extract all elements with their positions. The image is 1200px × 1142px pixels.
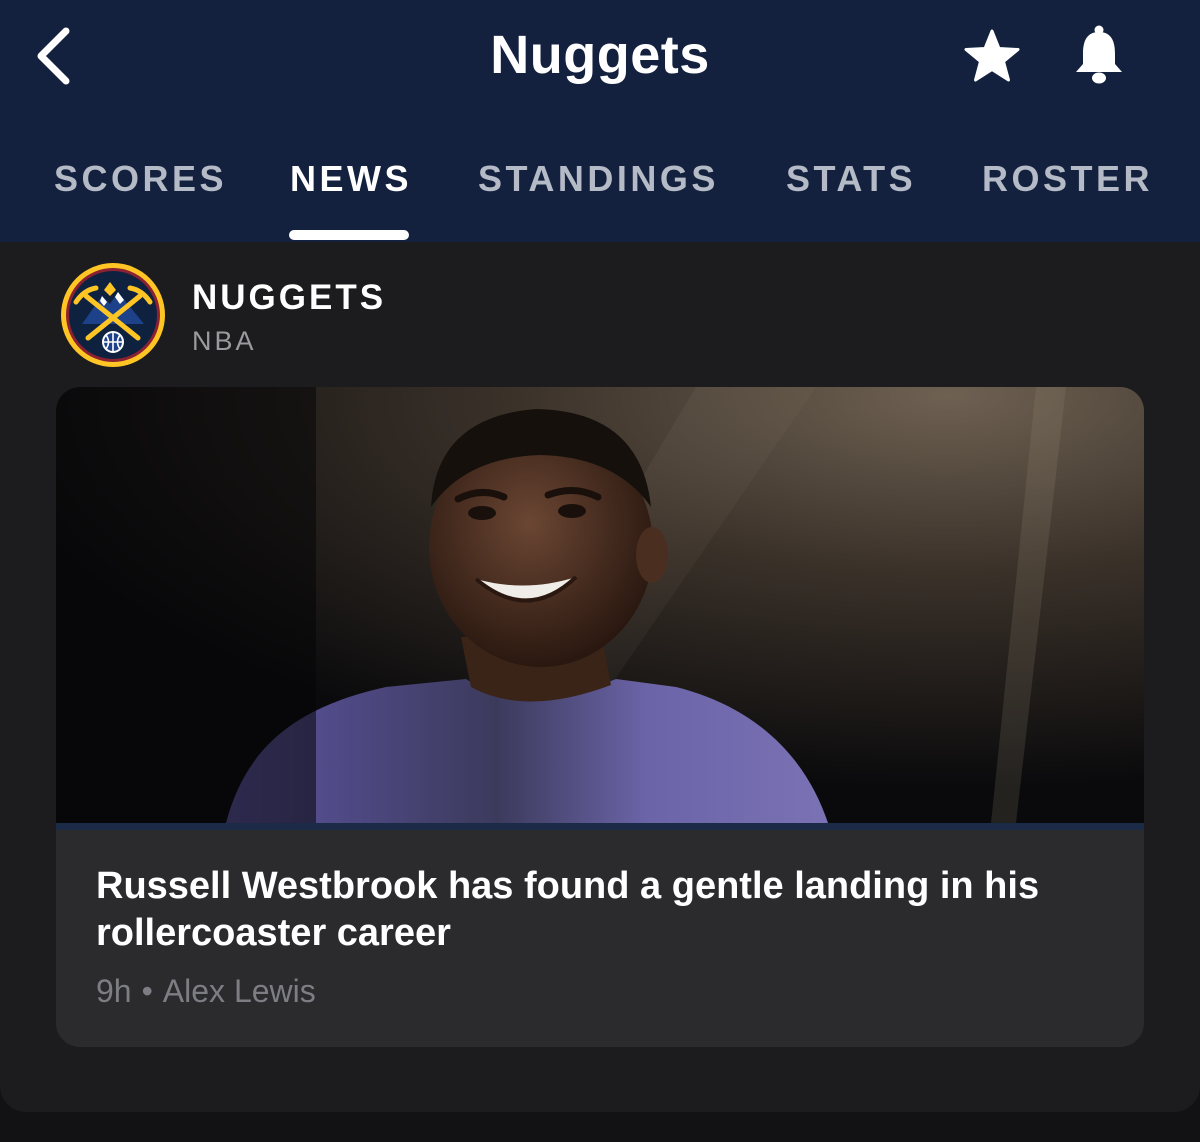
source-team-name[interactable]: NUGGETS [192,278,386,318]
article-card[interactable]: Russell Westbrook has found a gentle lan… [56,387,1144,1047]
tab-stats[interactable]: STATS [786,158,916,200]
tab-bar: SCORES NEWS STANDINGS STATS ROSTER [0,150,1200,242]
article-meta: 9h • Alex Lewis [96,973,316,1010]
news-section-card: NUGGETS NBA Russell Westbrook has found … [0,242,1200,1112]
tab-standings[interactable]: STANDINGS [478,158,719,200]
active-tab-indicator [289,230,409,240]
tab-roster[interactable]: ROSTER [982,158,1153,200]
chevron-left-icon [37,27,70,85]
back-button[interactable] [22,22,86,90]
bell-icon [1076,25,1122,84]
source-league: NBA [192,326,257,356]
favorite-button[interactable] [958,22,1026,90]
star-icon [964,29,1020,82]
denver-nuggets-logo[interactable] [60,262,166,368]
top-bar: Nuggets SCORES NEWS STANDINGS STATS ROST… [0,0,1200,242]
news-feed: NUGGETS NBA Russell Westbrook has found … [0,242,1200,1142]
article-photo [56,387,1144,823]
notifications-button[interactable] [1066,20,1132,90]
article-headline[interactable]: Russell Westbrook has found a gentle lan… [96,863,1106,957]
meta-separator: • [141,973,153,1009]
article-author[interactable]: Alex Lewis [163,973,316,1009]
article-age: 9h [96,973,132,1009]
image-divider [56,823,1144,830]
tab-news[interactable]: NEWS [290,158,412,200]
tab-scores[interactable]: SCORES [54,158,227,200]
